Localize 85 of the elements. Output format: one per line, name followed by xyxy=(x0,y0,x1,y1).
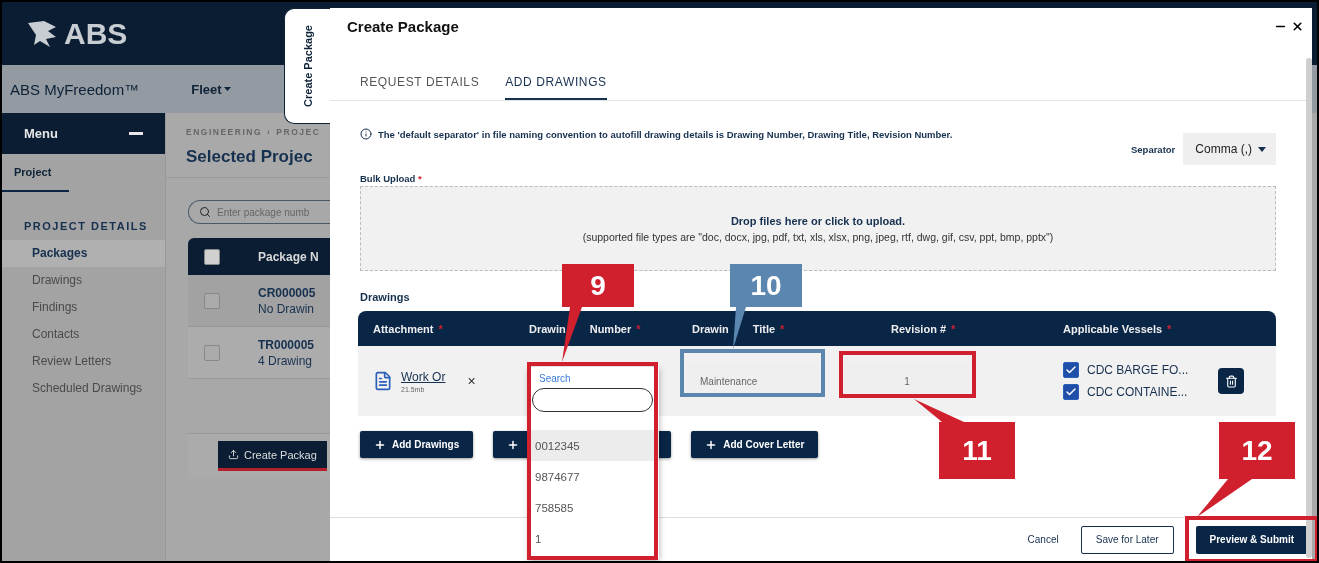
column-header: Attachment xyxy=(373,322,434,335)
footer-button[interactable]: Save for Later xyxy=(1080,525,1174,554)
check-icon xyxy=(1065,386,1077,398)
caret-icon xyxy=(223,87,231,91)
callout-number: 10 xyxy=(730,264,802,307)
nav-menu[interactable]: Fleet xyxy=(191,81,231,97)
upload-prompt: Drop files here or click to upload. xyxy=(730,214,906,227)
document-icon xyxy=(373,371,393,391)
required-marker: * xyxy=(1167,322,1172,335)
file-link[interactable]: Work Or xyxy=(401,369,446,384)
sidebar-item[interactable]: Packages xyxy=(2,240,165,267)
abs-logo: ABS xyxy=(26,16,128,51)
add-button[interactable]: Add Cover Letter xyxy=(691,431,819,458)
plus-icon xyxy=(374,438,386,451)
column-header: Drawin xyxy=(529,322,566,335)
section-heading: PROJECT DETAILS xyxy=(23,219,149,234)
package-number: CR000005 xyxy=(258,285,316,300)
trash-icon xyxy=(1224,374,1238,388)
row-checkbox[interactable] xyxy=(204,292,220,309)
column-header: Number xyxy=(589,322,632,335)
sidebar-tab[interactable]: Project xyxy=(2,164,70,192)
menu-bar[interactable]: Menu xyxy=(2,113,165,154)
column-header: Package N xyxy=(258,249,319,264)
create-package-button[interactable]: Create Packag xyxy=(218,441,327,471)
table-row[interactable]: CR000005 No Drawin xyxy=(188,275,332,327)
column-header: Title xyxy=(752,322,776,335)
vessel-checkbox[interactable] xyxy=(1063,384,1079,400)
vessel-name: CDC CONTAINE... xyxy=(1087,385,1188,399)
sidebar-item[interactable]: Contacts xyxy=(2,321,165,348)
footer-button[interactable]: Preview & Submit xyxy=(1195,525,1308,554)
sidebar-item[interactable]: Drawings xyxy=(2,267,165,294)
drawer-title: Create Package xyxy=(347,18,459,35)
app-name: ABS MyFreedom™ xyxy=(10,80,140,98)
sidebar-item[interactable]: Findings xyxy=(2,294,165,321)
section-label: Drawings xyxy=(359,291,411,304)
required-marker: * xyxy=(780,322,785,335)
caret-icon xyxy=(1258,146,1266,152)
tab[interactable]: ADD DRAWINGS xyxy=(505,71,607,100)
callout-number: 9 xyxy=(562,264,634,307)
drawing-count: No Drawin xyxy=(258,301,315,316)
select-all-checkbox[interactable] xyxy=(204,248,220,265)
close-icon xyxy=(1291,20,1304,33)
upload-hint: (supported file types are "doc, docx, jpg, pdf, txt, xls, xlsx, png, jpeg, rtf, dwg, gif, csv, ppt, bmp, pptx") xyxy=(582,230,1054,243)
row-checkbox[interactable] xyxy=(204,344,220,361)
search-field[interactable] xyxy=(532,388,653,412)
plus-icon xyxy=(705,438,718,451)
info-icon xyxy=(360,128,372,140)
callout-pointer xyxy=(914,399,964,422)
sidebar-item[interactable]: Scheduled Drawings xyxy=(2,375,165,402)
delete-button[interactable] xyxy=(1218,368,1245,394)
add-button[interactable]: Add Drawings xyxy=(360,431,474,458)
required-marker: * xyxy=(438,322,443,335)
column-header: Drawin xyxy=(692,322,729,335)
scrollbar[interactable] xyxy=(1306,58,1312,558)
separator-select[interactable]: Comma (,) xyxy=(1183,133,1276,165)
page-title: Selected Projec xyxy=(186,147,314,167)
check-icon xyxy=(1065,364,1077,376)
dropdown-option[interactable]: 0012345 xyxy=(529,430,659,461)
column-header: Applicable Vessels xyxy=(1063,322,1163,335)
package-number: TR000005 xyxy=(258,337,315,352)
search-label: Search xyxy=(538,373,572,384)
vessel-name: CDC BARGE FO... xyxy=(1087,363,1189,377)
callout-pointer xyxy=(733,307,746,349)
required-marker: * xyxy=(636,322,641,335)
search-icon xyxy=(199,206,211,218)
field-label: Separator xyxy=(1130,143,1176,155)
required-marker: * xyxy=(951,322,956,335)
upload-icon xyxy=(228,449,239,460)
column-header: Revision # xyxy=(891,322,947,335)
remove-button[interactable]: × xyxy=(467,373,476,389)
info-text: The 'default separator' in file naming convention to autofill drawing details is Drawing Number, Drawing Title, Revision Number. xyxy=(378,128,953,142)
close-button[interactable] xyxy=(1291,20,1304,33)
callout-number: 11 xyxy=(939,422,1015,479)
drawing-count: 4 Drawing xyxy=(258,353,314,368)
field-label: Bulk Upload * xyxy=(359,173,423,184)
table-row[interactable]: TR000005 4 Drawing xyxy=(188,327,332,379)
sidebar-item[interactable]: Review Letters xyxy=(2,348,165,375)
vessel-checkbox[interactable] xyxy=(1063,362,1079,378)
cancel-link[interactable]: Cancel xyxy=(1027,525,1059,554)
tab[interactable]: REQUEST DETAILS xyxy=(360,71,480,100)
drawer-tab[interactable]: Create Package xyxy=(284,8,330,124)
upload-dropzone[interactable]: Drop files here or click to upload. (supported file types are "doc, docx, jpg, pdf, txt, xls, xlsx, png, jpeg, rtf, dwg, gif, csv, ppt, bmp, pptx") xyxy=(360,186,1276,271)
breadcrumb-separator: › xyxy=(267,127,272,137)
callout-pointer xyxy=(1197,479,1252,517)
plus-icon xyxy=(507,438,520,451)
